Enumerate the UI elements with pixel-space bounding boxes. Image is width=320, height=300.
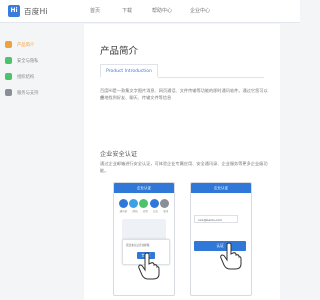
- section-line-1: 通过企业邮箱进行安全认证，可体验企业专属应用、安全通讯录、企业服务等更多企业级功…: [100, 161, 268, 173]
- contacts-icon: [118, 199, 128, 208]
- org-icon: [5, 73, 12, 80]
- sidebar-item-label: 服务与支持: [17, 90, 39, 96]
- phone-left-icon-row: [114, 193, 174, 209]
- support-icon: [5, 89, 12, 96]
- sidebar-item-product[interactable]: 产品简介: [5, 38, 34, 51]
- icon-label: 群组: [132, 210, 138, 213]
- main-content: 产品简介 Product Introduction 百度Hi是一款集文字图片消息…: [84, 24, 280, 300]
- logo-text: 百度Hi: [24, 6, 48, 16]
- top-bar: Hi 百度Hi 首页 下载 帮助中心 企业中心: [0, 0, 300, 23]
- nav-help[interactable]: 帮助中心: [152, 7, 172, 14]
- page-title: 产品简介: [100, 46, 139, 57]
- nav-download[interactable]: 下载: [122, 7, 132, 14]
- icon-label: 通讯录: [119, 210, 128, 213]
- email-field[interactable]: xxx@baidu.com: [194, 215, 238, 223]
- more-icon: [160, 199, 170, 208]
- phone-left-header: 企业认证: [114, 183, 174, 193]
- intro-line-2: 便地找到好友、聊天、传输文件等信息: [100, 95, 172, 100]
- icon-label: 公告: [153, 210, 159, 213]
- phone-mockup-right: 企业认证: [190, 182, 252, 296]
- security-icon: [5, 57, 12, 64]
- icon-label: 更多: [163, 210, 169, 213]
- notice-icon: [149, 199, 159, 208]
- apps-icon: [139, 199, 149, 208]
- hand-pointer-icon: [138, 252, 160, 280]
- sidebar: 产品简介 安全与隐私 组织结构 服务与支持: [0, 24, 84, 300]
- nav-home[interactable]: 首页: [90, 7, 100, 14]
- logo[interactable]: Hi 百度Hi: [8, 5, 48, 17]
- tab-active-indicator: [100, 77, 158, 78]
- nav-enterprise[interactable]: 企业中心: [190, 7, 210, 14]
- section-title: 企业安全认证: [100, 151, 138, 158]
- sidebar-item-label: 产品简介: [17, 42, 35, 48]
- phone-left-icon-labels: 通讯录 群组 应用 公告 更多: [114, 209, 174, 213]
- icon-label: 应用: [142, 210, 148, 213]
- product-icon: [5, 41, 12, 48]
- sidebar-item-security[interactable]: 安全与隐私: [5, 54, 38, 67]
- phone-right-header: 企业认证: [191, 183, 251, 193]
- dialog-text: 您还未认证企业邮箱: [126, 244, 150, 247]
- sidebar-item-label: 安全与隐私: [17, 58, 39, 64]
- sidebar-item-label: 组织结构: [17, 74, 35, 80]
- tab-product-introduction[interactable]: Product Introduction: [100, 64, 158, 78]
- logo-mark-icon: Hi: [8, 5, 20, 17]
- group-icon: [129, 199, 139, 208]
- sidebar-item-org[interactable]: 组织结构: [5, 70, 34, 83]
- hand-pointer-icon: [220, 242, 242, 270]
- sidebar-item-support[interactable]: 服务与支持: [5, 86, 38, 99]
